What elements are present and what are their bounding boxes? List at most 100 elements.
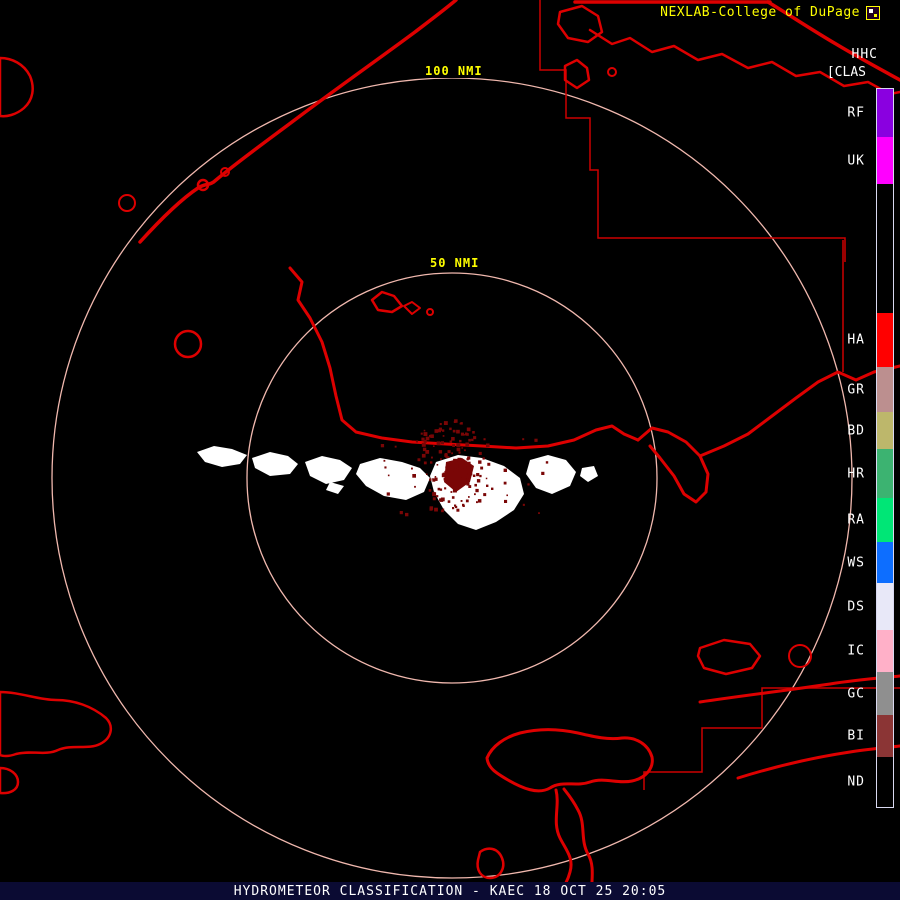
echo-speckle [450,478,454,482]
island-central-1 [372,292,402,312]
echo-speckle [421,433,423,435]
echo-speckle [445,456,447,458]
legend-label-BD: BD [847,423,865,438]
echo-speckle [448,500,451,503]
blob-topleft-edge [0,58,33,116]
echo-speckle [455,506,457,508]
echo-speckle [479,452,482,455]
echo-speckle [473,475,476,478]
echo-speckle [433,497,436,500]
echo-speckle [472,431,475,434]
legend-label-HR: HR [847,466,865,481]
echo-speckle [424,462,427,465]
echo-speckle [478,499,482,503]
legend-label-UK: UK [847,153,865,168]
echo-speckle [522,438,524,440]
legend-label-HA: HA [847,333,865,348]
echo-speckle [484,438,486,440]
echo-speckle [441,510,444,513]
coastline-peninsula [638,428,708,502]
legend-label-IC: IC [847,644,865,659]
echo-speckle [432,478,434,480]
echo-speckle [461,447,463,449]
echo-speckle [437,441,441,445]
legend-segment-UK: UK [877,137,893,184]
echo-speckle [424,430,426,432]
echo-speckle [458,464,460,466]
echo-speckle [527,483,529,485]
echo-speckle [451,452,453,454]
blob-bottomleft-1 [0,692,111,756]
echo-speckle [412,474,416,478]
classification-label: [CLAS [827,65,866,80]
echo-speckle [486,485,488,487]
echo-speckle [434,478,437,481]
echo-speckle [455,483,458,486]
echo-speckle [435,476,437,478]
echo-speckle [437,464,439,466]
product-code-label: HHC [852,47,878,62]
echo-speckle [464,449,466,451]
echo-speckle [426,437,430,441]
legend-segment-RA: RA [877,498,893,542]
echo-speckle [439,450,442,453]
legend-segment-GR: GR [877,367,893,412]
echo-speckle [434,508,438,512]
echo-speckle [476,473,479,476]
legend-segment-GC: GC [877,672,893,715]
blob-bottomleft-2 [0,768,18,793]
echo-speckle [457,458,461,462]
echo-speckle [487,463,490,466]
echo-speckle [443,435,445,437]
echo-speckle [414,486,416,488]
echo-speckle [433,492,435,494]
echo-speckle [541,472,544,475]
echo-speckle [466,500,469,503]
header: NEXLAB-College of DuPage [660,5,880,20]
echo-speckle [454,421,456,423]
echo-speckle [429,489,432,492]
echo-speckle [444,471,448,475]
echo-speckle [430,506,434,510]
legend-segment-IC: IC [877,630,893,672]
legend-segment-HR: HR [877,449,893,498]
island-central-3 [427,309,433,315]
echo-speckle [451,437,455,441]
echo-speckle [454,468,456,470]
echo-speckle [538,512,540,514]
echo-speckle [444,487,446,489]
echo-speckle [483,457,485,459]
legend-segment-RF: RF [877,89,893,137]
coastline-topright-wiggle [590,30,900,94]
echo-speckle [468,462,471,465]
echo-speckle [457,448,460,451]
coastline-central [290,268,638,448]
echo-speckle [458,469,462,473]
island-topright-3 [608,68,616,76]
range-label-100nmi: 100 NMI [422,64,486,78]
echo-speckle [453,459,457,463]
echo-speckle [388,475,390,477]
echo-speckle [430,461,432,463]
legend-label-RA: RA [847,513,865,528]
echo-speckle [506,495,508,497]
brand-text: NEXLAB-College of DuPage [660,5,860,20]
echo-speckle [477,479,480,482]
echo-speckle [433,445,435,447]
echo-speckle [452,470,454,472]
echo-speckle [441,441,444,444]
island-topright-1 [558,6,602,42]
legend-segment-ND: ND [877,757,893,807]
legend-segment-HA: HA [877,313,893,367]
cod-logo-icon [866,6,880,20]
radar-echoes-white [197,446,598,530]
echo-speckle [421,438,424,441]
legend-segment-WS: WS [877,542,893,583]
echo-speckle [475,489,478,492]
legend-label-GC: GC [847,686,865,701]
echo-speckle [448,450,451,453]
lake-left-2 [175,331,201,357]
echo-speckle [504,482,507,485]
echo-speckle [453,489,457,493]
legend-label-RF: RF [847,106,865,121]
